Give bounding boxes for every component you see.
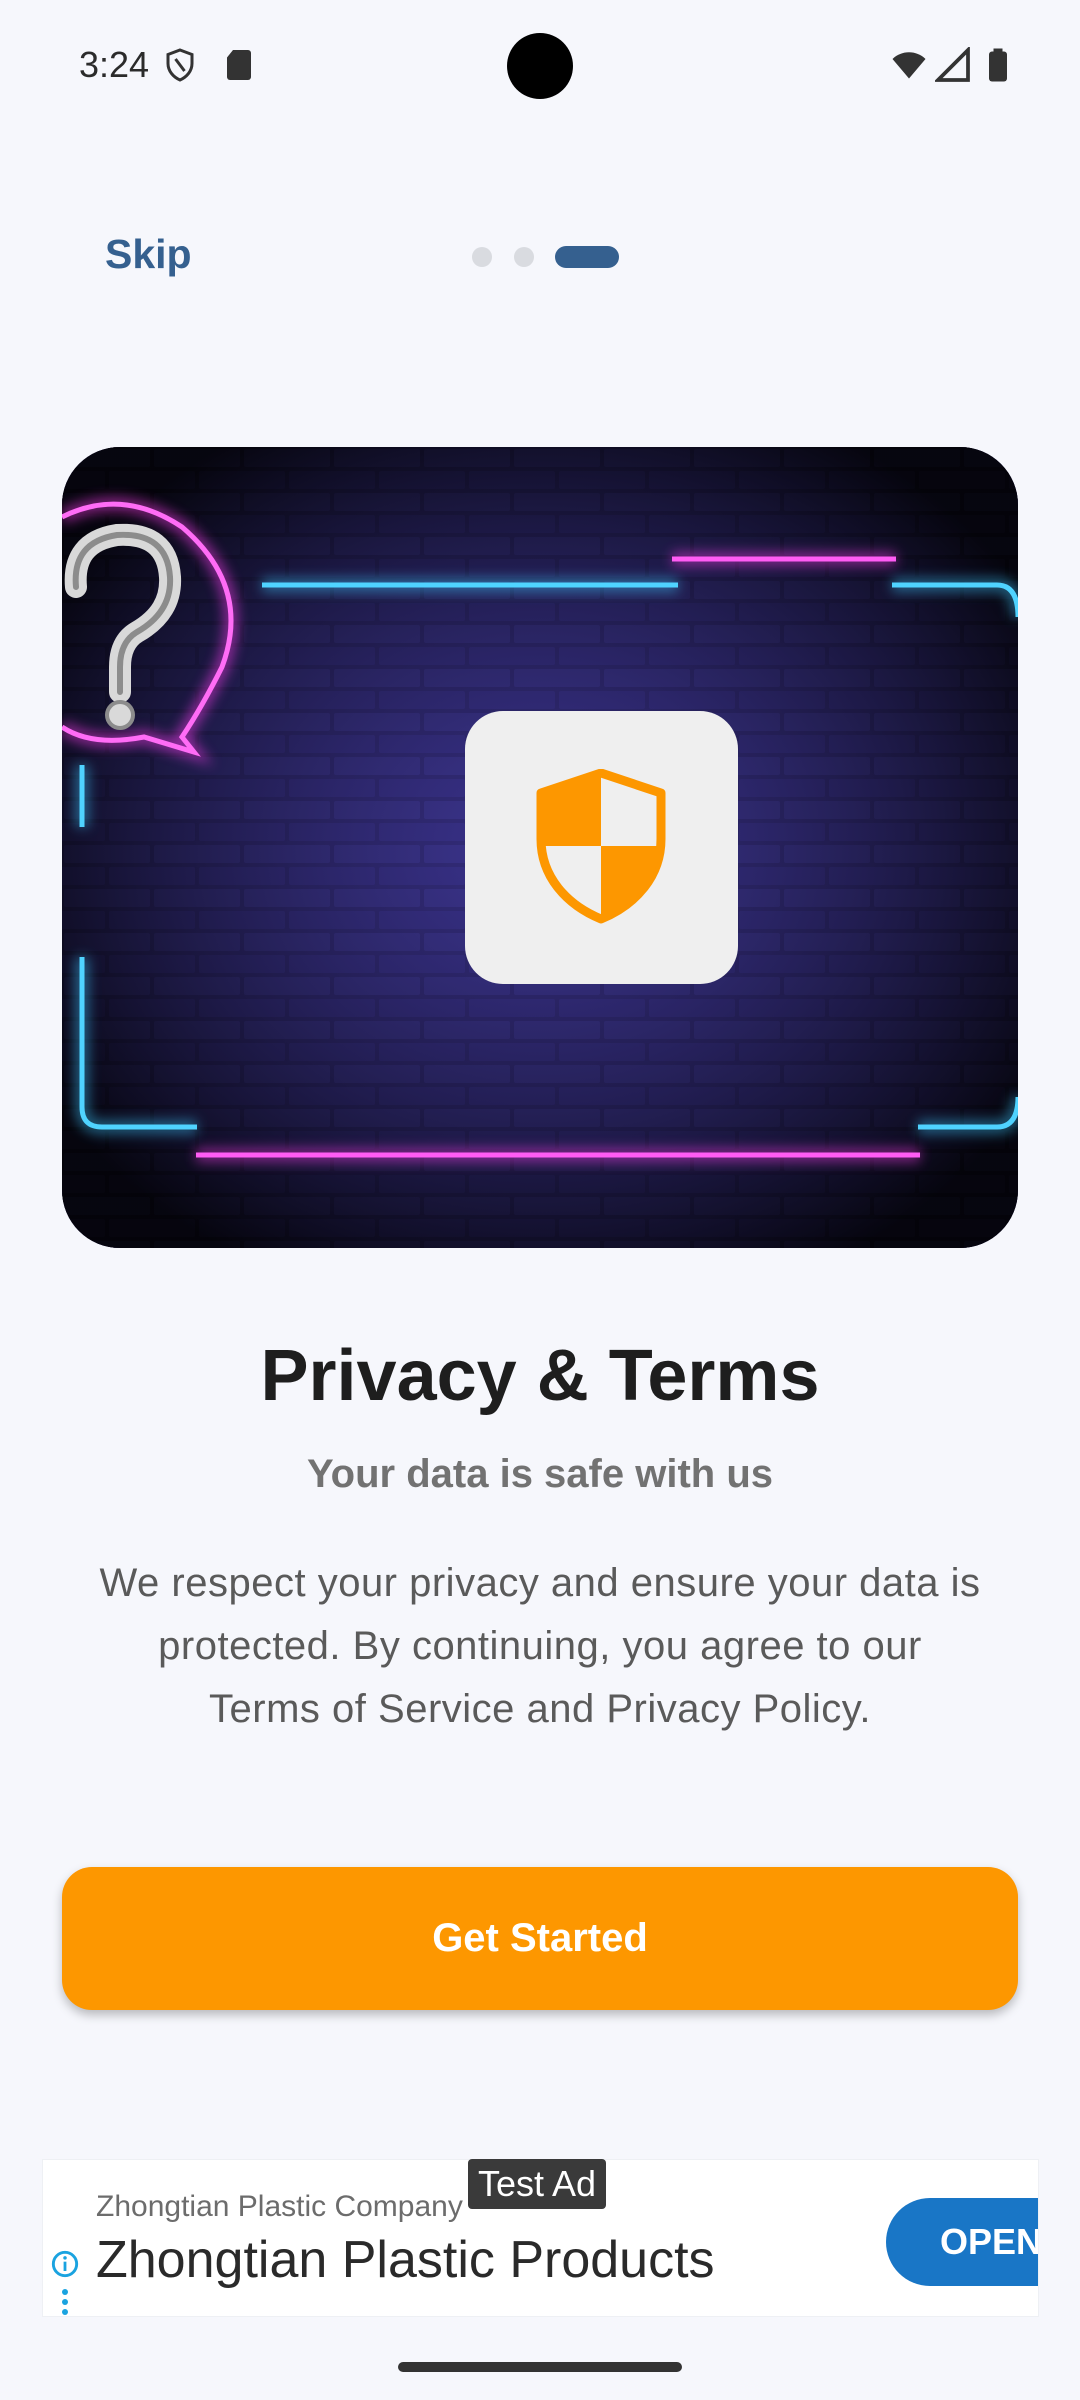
description-line: We respect your privacy and ensure your … bbox=[99, 1561, 981, 1605]
description-line: Terms of Service and Privacy Policy. bbox=[209, 1687, 871, 1731]
more-vert-icon[interactable] bbox=[59, 2288, 71, 2316]
description-line: protected. By continuing, you agree to o… bbox=[158, 1624, 922, 1668]
info-icon[interactable] bbox=[51, 2250, 79, 2278]
status-time: 3:24 bbox=[79, 44, 150, 85]
page-dot-1 bbox=[472, 247, 492, 267]
wifi-icon bbox=[892, 52, 926, 79]
sd-card-icon bbox=[227, 50, 251, 80]
skip-button[interactable]: Skip bbox=[105, 231, 192, 278]
ad-advertiser: Zhongtian Plastic Company bbox=[96, 2190, 463, 2223]
signal-icon bbox=[935, 47, 970, 82]
page-subtitle: Your data is safe with us bbox=[306, 1452, 774, 1496]
ad-headline[interactable]: Zhongtian Plastic Products bbox=[96, 2230, 715, 2290]
shield-icon bbox=[166, 48, 194, 82]
ad-open-button[interactable]: OPEN bbox=[886, 2198, 1038, 2286]
page-title: Privacy & Terms bbox=[260, 1336, 820, 1416]
camera-cutout bbox=[507, 33, 573, 99]
hero-image bbox=[62, 447, 1018, 1248]
battery-icon bbox=[989, 48, 1007, 82]
shield-icon bbox=[536, 769, 666, 924]
get-started-button[interactable]: Get Started bbox=[62, 1867, 1018, 2010]
home-indicator[interactable] bbox=[398, 2362, 682, 2372]
description-text: We respect your privacy and ensure your … bbox=[56, 1552, 1024, 1741]
status-bar: 3:24 bbox=[0, 0, 1080, 130]
shield-badge bbox=[465, 711, 738, 984]
page-dot-active bbox=[555, 246, 619, 268]
test-ad-badge: Test Ad bbox=[468, 2159, 607, 2209]
page-dot-2 bbox=[514, 247, 534, 267]
onboarding-screen: 3:24 Skip Privacy & Terms Your data is s… bbox=[0, 0, 1080, 2400]
